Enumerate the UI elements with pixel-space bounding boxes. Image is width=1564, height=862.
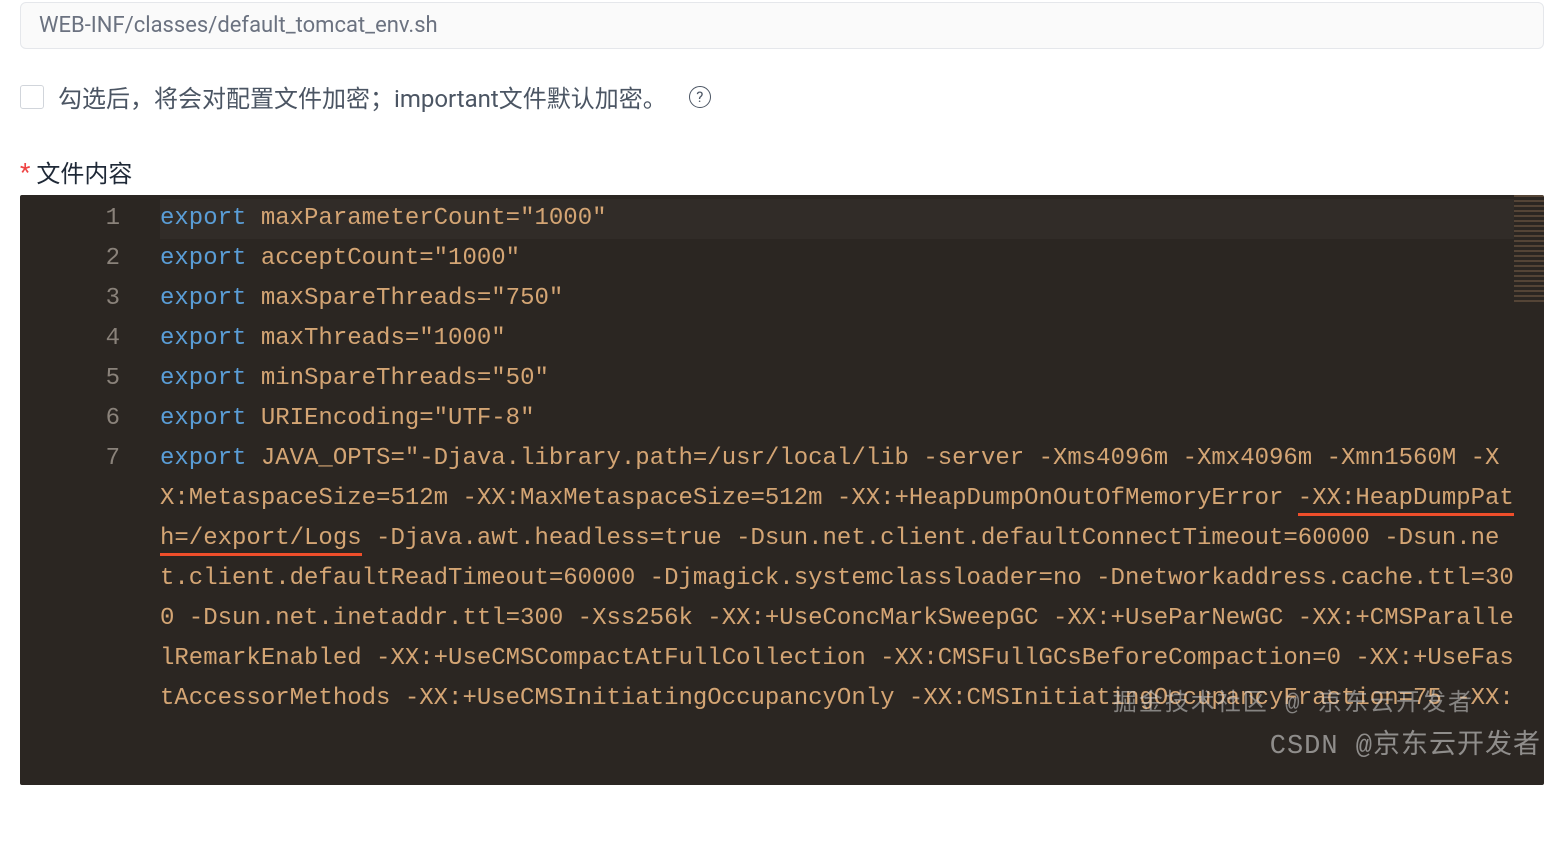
required-marker: * <box>20 158 30 186</box>
line-number: 3 <box>20 279 120 319</box>
line-number: 5 <box>20 359 120 399</box>
help-icon[interactable]: ? <box>689 86 711 108</box>
code-area[interactable]: export maxParameterCount="1000" export a… <box>160 199 1514 785</box>
code-line: export minSpareThreads="50" <box>160 359 1514 399</box>
code-line: export JAVA_OPTS="-Djava.library.path=/u… <box>160 439 1514 719</box>
line-number: 4 <box>20 319 120 359</box>
line-number: 6 <box>20 399 120 439</box>
line-number: 7 <box>20 439 120 479</box>
file-path-input[interactable]: WEB-INF/classes/default_tomcat_env.sh <box>20 2 1544 49</box>
code-line: export maxSpareThreads="750" <box>160 279 1514 319</box>
minimap[interactable] <box>1514 195 1544 305</box>
content-label-row: * 文件内容 <box>20 154 1544 189</box>
encrypt-row: 勾选后，将会对配置文件加密；important文件默认加密。 ? <box>20 79 1544 114</box>
code-line: export acceptCount="1000" <box>160 239 1514 279</box>
file-path-value: WEB-INF/classes/default_tomcat_env.sh <box>39 13 438 38</box>
encrypt-checkbox[interactable] <box>20 85 44 109</box>
line-gutter: 1 2 3 4 5 6 7 <box>20 195 150 785</box>
content-label: 文件内容 <box>36 154 132 189</box>
line-number: 1 <box>20 199 120 239</box>
code-line: export maxParameterCount="1000" <box>160 199 1514 239</box>
code-line: export URIEncoding="UTF-8" <box>160 399 1514 439</box>
code-line: export maxThreads="1000" <box>160 319 1514 359</box>
line-number: 2 <box>20 239 120 279</box>
encrypt-label: 勾选后，将会对配置文件加密；important文件默认加密。 <box>58 79 667 114</box>
code-editor[interactable]: 1 2 3 4 5 6 7 export maxParameterCount="… <box>20 195 1544 785</box>
